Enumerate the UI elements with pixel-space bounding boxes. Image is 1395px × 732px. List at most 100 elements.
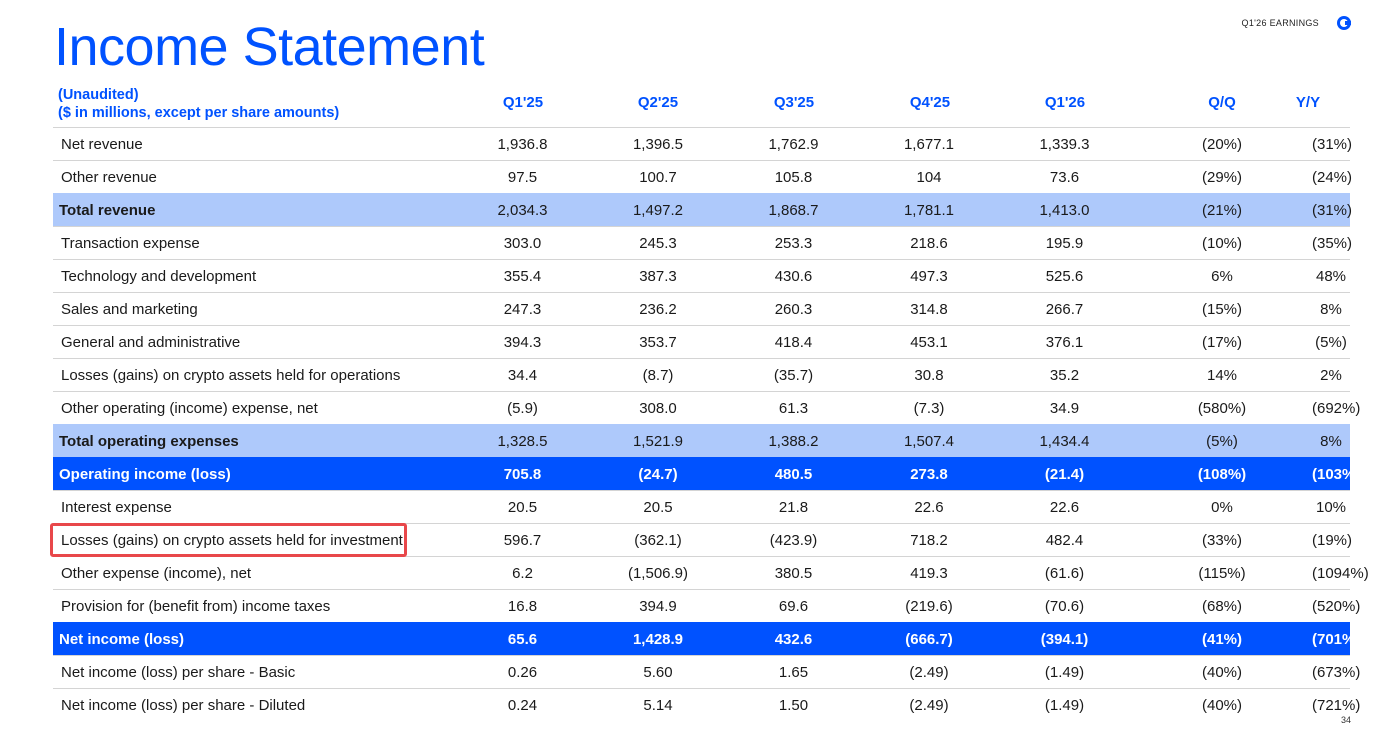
cell-q4-25: 30.8 (861, 358, 997, 392)
cell-y-y: 10% (1312, 490, 1350, 524)
column-header-q3-25: Q3'25 (773, 94, 815, 111)
row-label: Other expense (income), net (53, 556, 455, 590)
cell-q1-26: 266.7 (997, 292, 1132, 326)
cell-q3-25: 260.3 (726, 292, 861, 326)
cell-q3-25: 480.5 (726, 457, 861, 491)
cell-y-y: (701%) (1312, 622, 1360, 656)
table-row-transaction-expense: Transaction expense 303.0 245.3 253.3 218.6 1… (53, 226, 1352, 260)
cell-q3-25: 61.3 (726, 391, 861, 425)
cell-y-y: (31%) (1312, 193, 1352, 227)
cell-q4-25: 1,677.1 (861, 127, 997, 161)
cell-q2-25: 353.7 (590, 325, 726, 359)
cell-q4-25: (2.49) (861, 688, 997, 721)
cell-q1-25: 394.3 (455, 325, 590, 359)
cell-q-q: (20%) (1132, 127, 1312, 161)
cell-y-y: 2% (1312, 358, 1350, 392)
cell-q2-25: 20.5 (590, 490, 726, 524)
table-row-net-income-loss: Net income (loss) 65.6 1,428.9 432.6 (666.7)… (53, 622, 1360, 656)
row-label: Provision for (benefit from) income taxe… (53, 589, 455, 623)
cell-q1-25: 20.5 (455, 490, 590, 524)
row-label: Operating income (loss) (53, 457, 455, 491)
cell-q-q: (10%) (1132, 226, 1312, 260)
cell-q4-25: 1,781.1 (861, 193, 997, 227)
cell-q3-25: 418.4 (726, 325, 861, 359)
table-note: (Unaudited) ($ in millions, except per s… (58, 86, 438, 128)
cell-q2-25: (8.7) (590, 358, 726, 392)
cell-q3-25: 105.8 (726, 160, 861, 194)
row-label: Net income (loss) (53, 622, 455, 656)
table-row-net-income-loss-per-share-basic: Net income (loss) per share - Basic 0.26 5… (53, 655, 1360, 689)
row-label: Net income (loss) per share - Basic (53, 655, 455, 689)
cell-q1-25: 355.4 (455, 259, 590, 293)
cell-q2-25: 245.3 (590, 226, 726, 260)
column-header-qoq: Q/Q (1208, 94, 1236, 111)
cell-q-q: (68%) (1132, 589, 1312, 623)
cell-q2-25: 1,521.9 (590, 424, 726, 458)
table-row-operating-income-loss: Operating income (loss) 705.8 (24.7) 480.5 2… (53, 457, 1360, 491)
cell-q1-26: 1,413.0 (997, 193, 1132, 227)
table-row-technology-and-development: Technology and development 355.4 387.3 430.… (53, 259, 1350, 293)
cell-q-q: (115%) (1132, 556, 1312, 590)
column-header-q2-25: Q2'25 (637, 94, 679, 111)
cell-q1-26: (1.49) (997, 688, 1132, 721)
cell-q2-25: 1,428.9 (590, 622, 726, 656)
cell-q2-25: (1,506.9) (590, 556, 726, 590)
cell-q1-25: 1,936.8 (455, 127, 590, 161)
row-label: Losses (gains) on crypto assets held for… (53, 358, 455, 392)
cell-q1-25: 16.8 (455, 589, 590, 623)
cell-q2-25: 100.7 (590, 160, 726, 194)
cell-y-y: (1094%) (1312, 556, 1369, 590)
cell-q4-25: 497.3 (861, 259, 997, 293)
row-label: Technology and development (53, 259, 455, 293)
note-unaudited: (Unaudited) (58, 87, 139, 103)
row-label: Interest expense (53, 490, 455, 524)
row-label: Total operating expenses (53, 424, 455, 458)
cell-q-q: 6% (1132, 259, 1312, 293)
column-header-q1-26: Q1'26 (1044, 94, 1086, 111)
cell-q-q: (40%) (1132, 655, 1312, 689)
highlight-callout-box (50, 523, 407, 557)
cell-y-y: 8% (1312, 424, 1350, 458)
cell-q1-26: (21.4) (997, 457, 1132, 491)
cell-q1-25: 65.6 (455, 622, 590, 656)
table-row-other-revenue: Other revenue 97.5 100.7 105.8 104 73.6 (29%)(… (53, 160, 1352, 194)
cell-q1-26: (61.6) (997, 556, 1132, 590)
cell-y-y: (35%) (1312, 226, 1352, 260)
income-statement-table: Net revenue 1,936.8 1,396.5 1,762.9 1,677.1 1… (53, 127, 1369, 721)
coinbase-logo-icon (1337, 16, 1351, 30)
table-row-net-revenue: Net revenue 1,936.8 1,396.5 1,762.9 1,677.1 1… (53, 127, 1352, 161)
table-row-other-operating-income-expense-net: Other operating (income) expense, net (5.… (53, 391, 1360, 425)
cell-q1-26: 482.4 (997, 523, 1132, 557)
cell-q1-25: 2,034.3 (455, 193, 590, 227)
cell-q1-26: 34.9 (997, 391, 1132, 425)
cell-q4-25: 419.3 (861, 556, 997, 590)
cell-q2-25: 394.9 (590, 589, 726, 623)
cell-q-q: (15%) (1132, 292, 1312, 326)
cell-q1-26: 35.2 (997, 358, 1132, 392)
cell-q1-25: 303.0 (455, 226, 590, 260)
cell-q1-26: (70.6) (997, 589, 1132, 623)
row-label: Net income (loss) per share - Diluted (53, 688, 455, 721)
cell-q-q: 14% (1132, 358, 1312, 392)
cell-q4-25: (219.6) (861, 589, 997, 623)
row-label: Total revenue (53, 193, 455, 227)
column-header-q1-25: Q1'25 (502, 94, 544, 111)
cell-q1-26: 376.1 (997, 325, 1132, 359)
table-row-other-expense-income-net: Other expense (income), net 6.2 (1,506.9) 3… (53, 556, 1369, 590)
cell-q-q: (17%) (1132, 325, 1312, 359)
cell-q1-26: 195.9 (997, 226, 1132, 260)
page-title: Income Statement (54, 17, 485, 77)
earnings-label: Q1'26 EARNINGS (1241, 18, 1319, 28)
cell-q2-25: 1,497.2 (590, 193, 726, 227)
cell-q2-25: 387.3 (590, 259, 726, 293)
table-row-provision-for-benefit-from-income-taxes: Provision for (benefit from) income taxe… (53, 589, 1360, 623)
column-header-q4-25: Q4'25 (909, 94, 951, 111)
table-row-total-operating-expenses: Total operating expenses 1,328.5 1,521.9 1,… (53, 424, 1350, 458)
cell-q2-25: (24.7) (590, 457, 726, 491)
cell-q1-26: 1,434.4 (997, 424, 1132, 458)
cell-y-y: (24%) (1312, 160, 1352, 194)
cell-y-y: (673%) (1312, 655, 1360, 689)
cell-q4-25: 314.8 (861, 292, 997, 326)
cell-q-q: (33%) (1132, 523, 1312, 557)
cell-q4-25: 1,507.4 (861, 424, 997, 458)
